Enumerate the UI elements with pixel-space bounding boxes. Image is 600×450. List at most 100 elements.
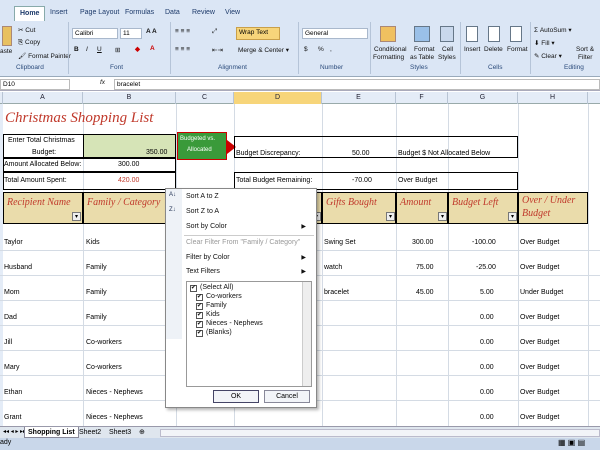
category-cell[interactable]: Nieces - Nephews: [86, 388, 143, 398]
grow-font-button[interactable]: A A: [146, 28, 157, 35]
category-cell[interactable]: Family: [86, 288, 107, 298]
autosum-button[interactable]: Σ AutoSum ▾: [534, 26, 572, 34]
format-cells-button[interactable]: Format: [507, 46, 528, 53]
font-name-select[interactable]: Calibri: [72, 28, 118, 39]
category-cell[interactable]: Co-workers: [86, 363, 122, 373]
checkbox-icon[interactable]: ✔: [196, 321, 203, 328]
filter-dropdown-gifts[interactable]: ▾: [386, 212, 395, 221]
column-header-b[interactable]: B: [83, 92, 176, 104]
cancel-button[interactable]: Cancel: [264, 390, 310, 403]
filter-option-nieces-nephews[interactable]: ✔ Nieces - Nephews: [196, 320, 263, 328]
paste-button[interactable]: aste: [0, 48, 12, 55]
filter-option-select-all[interactable]: ✔ (Select All): [190, 284, 233, 292]
currency-button[interactable]: $: [304, 46, 308, 53]
budget-left-cell[interactable]: 0.00: [480, 363, 494, 373]
budget-left-cell[interactable]: 0.00: [480, 413, 494, 423]
filter-list-scrollbar[interactable]: [302, 282, 311, 386]
column-header-e[interactable]: E: [322, 92, 396, 104]
recipient-cell[interactable]: Husband: [4, 263, 32, 273]
header-family[interactable]: Family / Category: [83, 192, 176, 224]
borders-button[interactable]: ⊞: [115, 46, 120, 54]
checkbox-icon[interactable]: ✔: [196, 312, 203, 319]
format-cells-icon[interactable]: [510, 26, 522, 42]
checkbox-icon[interactable]: ✔: [196, 303, 203, 310]
recipient-cell[interactable]: Ethan: [4, 388, 22, 398]
copy-button[interactable]: ⎘ Copy: [18, 39, 40, 47]
filter-dropdown-recipient[interactable]: ▾: [72, 212, 81, 221]
header-recipient[interactable]: Recipient Name: [3, 192, 83, 224]
format-table-button[interactable]: Format: [414, 46, 435, 53]
filter-option-kids[interactable]: ✔ Kids: [196, 311, 220, 319]
font-size-select[interactable]: 11: [120, 28, 142, 39]
budget-left-cell[interactable]: -25.00: [476, 263, 496, 273]
recipient-cell[interactable]: Jill: [4, 338, 12, 348]
horizontal-scrollbar[interactable]: [160, 429, 600, 437]
menu-sort-by-color[interactable]: Sort by Color ▶: [186, 223, 312, 230]
insert-cells-icon[interactable]: [466, 26, 478, 42]
font-color-button[interactable]: A: [150, 45, 155, 52]
budget-left-cell[interactable]: -100.00: [472, 238, 496, 248]
gift-cell[interactable]: watch: [324, 263, 342, 273]
clear-button[interactable]: ✎ Clear ▾: [534, 52, 562, 60]
sheet-tab-sheet3[interactable]: Sheet3: [106, 427, 134, 438]
align-left-icon[interactable]: ≡ ≡ ≡: [175, 46, 190, 53]
delete-cells-button[interactable]: Delete: [484, 46, 503, 53]
status-cell[interactable]: Over Budget: [520, 388, 559, 398]
menu-text-filters[interactable]: Text Filters ▶: [186, 268, 312, 275]
status-cell[interactable]: Over Budget: [520, 338, 559, 348]
column-header-g[interactable]: G: [448, 92, 518, 104]
tab-view[interactable]: View: [225, 6, 240, 21]
category-cell[interactable]: Family: [86, 313, 107, 323]
wrap-text-button[interactable]: Wrap Text: [236, 27, 280, 40]
budget-left-cell[interactable]: 0.00: [480, 338, 494, 348]
filter-dropdown-amount[interactable]: ▾: [438, 212, 447, 221]
column-header-f[interactable]: F: [396, 92, 448, 104]
tab-review[interactable]: Review: [192, 6, 215, 21]
recipient-cell[interactable]: Dad: [4, 313, 17, 323]
tab-insert[interactable]: Insert: [50, 6, 68, 21]
indent-icon[interactable]: ⇤⇥: [212, 46, 223, 54]
category-cell[interactable]: Family: [86, 263, 107, 273]
header-over[interactable]: Over / Under Budget: [518, 192, 588, 224]
recipient-cell[interactable]: Mary: [4, 363, 20, 373]
formula-input[interactable]: bracelet: [114, 79, 600, 90]
category-cell[interactable]: Co-workers: [86, 338, 122, 348]
comma-button[interactable]: ,: [330, 46, 332, 53]
checkbox-icon[interactable]: ✔: [190, 285, 197, 292]
column-header-d[interactable]: D: [234, 92, 322, 104]
recipient-cell[interactable]: Mom: [4, 288, 20, 298]
filter-option-blanks[interactable]: ✔ (Blanks): [196, 329, 232, 337]
conditional-formatting-button[interactable]: Conditional: [374, 46, 407, 53]
filter-option-family[interactable]: ✔ Family: [196, 302, 227, 310]
merge-center-button[interactable]: Merge & Center ▾: [238, 46, 289, 54]
fill-button[interactable]: ⬇ Fill ▾: [534, 39, 555, 47]
budget-left-cell[interactable]: 0.00: [480, 388, 494, 398]
header-gifts[interactable]: Gifts Bought: [322, 192, 396, 224]
status-cell[interactable]: Over Budget: [520, 413, 559, 423]
status-cell[interactable]: Over Budget: [520, 263, 559, 273]
name-box[interactable]: D10: [0, 79, 70, 90]
category-cell[interactable]: Nieces - Nephews: [86, 413, 143, 423]
view-buttons-icon[interactable]: ▦ ▣ ▤: [558, 438, 585, 447]
cut-button[interactable]: ✂ Cut: [18, 26, 35, 34]
menu-sort-z-a[interactable]: Sort Z to A: [186, 208, 219, 215]
gift-cell[interactable]: Swing Set: [324, 238, 356, 248]
fill-color-button[interactable]: ◆: [135, 45, 140, 53]
checkbox-icon[interactable]: ✔: [196, 330, 203, 337]
sort-filter-button[interactable]: Sort &: [576, 46, 594, 53]
filter-option-co-workers[interactable]: ✔ Co-workers: [196, 293, 242, 301]
filter-dropdown-left[interactable]: ▾: [508, 212, 517, 221]
ok-button[interactable]: OK: [213, 390, 259, 403]
sheet-tab-sheet2[interactable]: Sheet2: [76, 427, 104, 438]
delete-cells-icon[interactable]: [488, 26, 500, 42]
fx-icon[interactable]: fx: [100, 79, 105, 86]
budget-left-cell[interactable]: 0.00: [480, 313, 494, 323]
tab-page-layout[interactable]: Page Layout: [80, 6, 119, 21]
menu-filter-by-color[interactable]: Filter by Color ▶: [186, 254, 312, 261]
italic-button[interactable]: I: [86, 46, 88, 53]
insert-cells-button[interactable]: Insert: [464, 46, 480, 53]
tab-data[interactable]: Data: [165, 6, 180, 21]
paste-icon[interactable]: [2, 26, 12, 46]
status-cell[interactable]: Over Budget: [520, 363, 559, 373]
percent-button[interactable]: %: [318, 46, 324, 53]
